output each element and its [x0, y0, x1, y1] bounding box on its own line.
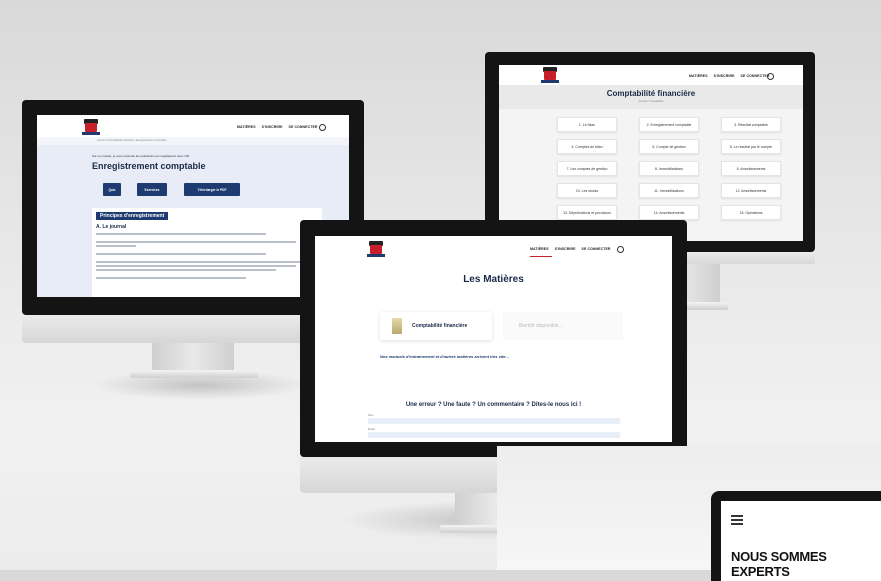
nav-matieres[interactable]: MATIÈRES [689, 74, 708, 78]
nav-connecter[interactable]: SE CONNECTER [582, 247, 611, 251]
content-card: Principes d'enregistrement A. Le journal [92, 208, 322, 297]
name-field[interactable] [368, 418, 620, 424]
name-label: Nom [368, 414, 374, 417]
logo-icon [82, 119, 100, 135]
monitor-right-screen: MATIÈRES S'INSCRIRE SE CONNECTER Comptab… [499, 65, 803, 241]
exercices-button[interactable]: Exercices [137, 183, 167, 196]
search-icon[interactable] [617, 246, 624, 253]
chapter-item[interactable]: 8. Immobilisations [639, 161, 699, 176]
nav-inscrire[interactable]: S'INSCRIRE [262, 125, 283, 129]
breadcrumb: Accueil / Comptabilité [638, 100, 664, 103]
monitor-center-screen: MATIÈRES S'INSCRIRE SE CONNECTER Les Mat… [315, 236, 672, 442]
placeholder-label: Bientôt disponible... [519, 323, 563, 329]
subsection-title: A. Le journal [96, 224, 127, 230]
feedback-title: Une erreur ? Une faute ? Un commentaire … [405, 402, 582, 408]
quiz-button[interactable]: Quiz [103, 183, 121, 196]
page-title: Les Matières [463, 274, 524, 285]
nav-active-underline [530, 256, 552, 257]
section-title: Principes d'enregistrement [96, 212, 169, 220]
page-title: Enregistrement comptable [92, 161, 206, 171]
subject-card-label: Comptabilité financière [412, 323, 468, 329]
chapter-item[interactable]: 14. Amortissements [639, 205, 699, 220]
phone-device: NOUS SOMMES EXPERTS [711, 491, 881, 581]
phone-screen: NOUS SOMMES EXPERTS [721, 501, 881, 581]
phone-heading: NOUS SOMMES EXPERTS [731, 549, 827, 579]
nav-matieres[interactable]: MATIÈRES [237, 125, 256, 129]
chapter-item[interactable]: 13. Dépréciations et provisions [557, 205, 617, 220]
chapter-item[interactable]: 9. Amortissements [721, 161, 781, 176]
chapter-item[interactable]: 12. Amortissements [721, 183, 781, 198]
nav-matieres[interactable]: MATIÈRES [530, 247, 549, 251]
subject-card[interactable]: Comptabilité financière [380, 312, 492, 340]
breadcrumb: Accueil / Comptabilité financière / Enre… [97, 139, 167, 142]
chapter-item[interactable]: 2. Enregistrement comptable [639, 117, 699, 132]
chapter-item[interactable]: 6. Le résultat par le compte [721, 139, 781, 154]
chapter-item[interactable]: 7. Les comptes de gestion [557, 161, 617, 176]
chapter-item[interactable]: 4. Comptes de bilan [557, 139, 617, 154]
main-nav: MATIÈRES S'INSCRIRE SE CONNECTER [530, 247, 611, 251]
search-icon[interactable] [319, 124, 326, 131]
chapter-item[interactable]: 10. Les stocks [557, 183, 617, 198]
nav-inscrire[interactable]: S'INSCRIRE [555, 247, 576, 251]
chapter-item[interactable]: 15. Opérations [721, 205, 781, 220]
search-icon[interactable] [767, 73, 774, 80]
nav-connecter[interactable]: SE CONNECTER [741, 74, 770, 78]
hamburger-menu-icon[interactable] [731, 515, 743, 525]
intro-text: Sur ce module, je vous présente les opér… [92, 154, 190, 158]
main-nav: MATIÈRES S'INSCRIRE SE CONNECTER [237, 125, 318, 129]
nav-inscrire[interactable]: S'INSCRIRE [714, 74, 735, 78]
note-text: Nos manuels d'entraînement et d'autres m… [380, 354, 509, 359]
email-field[interactable] [368, 432, 620, 438]
nav-connecter[interactable]: SE CONNECTER [289, 125, 318, 129]
chapter-item[interactable]: 5. Compte de gestion [639, 139, 699, 154]
email-label: Email [368, 428, 375, 431]
logo-icon [541, 67, 559, 83]
chapter-item[interactable]: 3. Résultat comptable [721, 117, 781, 132]
book-icon [392, 318, 402, 334]
subject-card-placeholder: Bientôt disponible... [503, 312, 623, 340]
main-nav: MATIÈRES S'INSCRIRE SE CONNECTER [689, 74, 770, 78]
chapter-item[interactable]: 11. Immobilisations [639, 183, 699, 198]
page-title: Comptabilité financière [606, 89, 696, 98]
monitor-center: MATIÈRES S'INSCRIRE SE CONNECTER Les Mat… [300, 220, 687, 457]
chapter-item[interactable]: 1. Le bilan [557, 117, 617, 132]
logo-icon [367, 241, 385, 257]
download-pdf-button[interactable]: Télécharger le PDF [184, 183, 240, 196]
